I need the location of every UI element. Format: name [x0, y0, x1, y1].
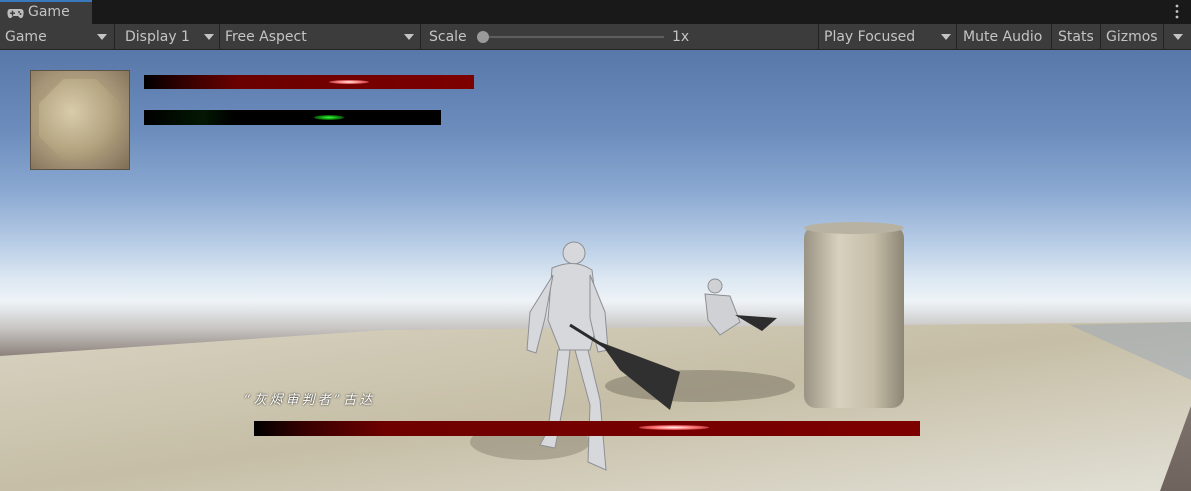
dropdown-caret-icon — [404, 34, 414, 40]
scale-slider-track[interactable] — [482, 36, 664, 38]
tab-bar: Game — [0, 0, 1191, 24]
tab-game[interactable]: Game — [0, 0, 92, 24]
boss-health-bar — [254, 421, 920, 436]
gizmos-dropdown[interactable]: Gizmos — [1101, 24, 1191, 49]
tab-label: Game — [28, 4, 70, 20]
view-mode-dropdown[interactable]: Game — [0, 24, 114, 49]
mute-audio-label: Mute Audio — [963, 29, 1043, 45]
mute-audio-toggle[interactable]: Mute Audio — [957, 24, 1051, 49]
divider — [420, 24, 421, 49]
view-mode-label: Game — [5, 29, 47, 45]
aspect-dropdown[interactable]: Free Aspect — [220, 24, 420, 49]
divider — [1163, 24, 1164, 49]
player-portrait — [30, 70, 130, 170]
portrait-image — [39, 79, 121, 161]
dropdown-caret-icon — [941, 34, 951, 40]
boss-health-bar-glow — [639, 425, 709, 430]
dropdown-caret-icon[interactable] — [1173, 34, 1183, 40]
stats-label: Stats — [1058, 29, 1094, 45]
dropdown-caret-icon — [97, 34, 107, 40]
game-viewport[interactable]: “灰烬审判者”古达 — [0, 50, 1191, 491]
stats-toggle[interactable]: Stats — [1052, 24, 1100, 49]
aspect-label: Free Aspect — [225, 29, 307, 45]
kebab-menu-icon[interactable] — [1175, 4, 1179, 19]
play-mode-label: Play Focused — [824, 29, 916, 45]
play-mode-dropdown[interactable]: Play Focused — [819, 24, 956, 49]
game-view-toolbar: Game Display 1 Free Aspect Scale 1x Play… — [0, 24, 1191, 50]
gizmos-label: Gizmos — [1106, 29, 1158, 45]
gamepad-icon — [7, 9, 24, 19]
stamina-bar-glow — [314, 115, 344, 120]
scale-slider-handle[interactable] — [477, 31, 489, 43]
scale-label: Scale — [429, 29, 467, 45]
player-health-bar — [144, 75, 474, 89]
health-bar-glow — [329, 80, 369, 84]
enemy-character — [704, 278, 741, 336]
scale-value: 1x — [672, 29, 690, 45]
display-label: Display 1 — [125, 29, 190, 45]
dropdown-caret-icon — [204, 34, 214, 40]
boss-name: “灰烬审判者”古达 — [244, 393, 376, 408]
display-dropdown[interactable]: Display 1 — [115, 24, 219, 49]
player-stamina-bar — [144, 110, 441, 125]
